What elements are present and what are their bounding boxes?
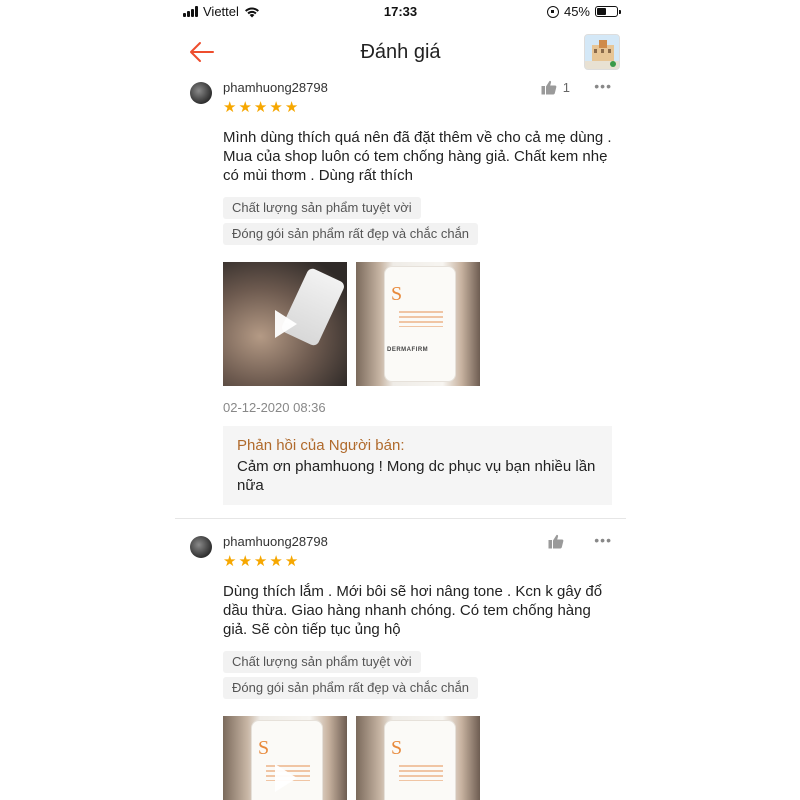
more-options-icon[interactable]: ••• (594, 78, 612, 94)
review-text: Mình dùng thích quá nên đã đặt thêm về c… (223, 129, 612, 184)
status-bar: Viettel 17:33 45% (175, 0, 626, 24)
battery-percent: 45% (563, 4, 590, 19)
play-icon (275, 764, 297, 792)
star-icon: ★ (238, 99, 252, 116)
nav-header: Đánh giá (175, 28, 626, 76)
battery-icon (595, 6, 621, 17)
star-icon: ★ (284, 99, 299, 116)
review-tag: Đóng gói sản phẩm rất đẹp và chắc chắn (223, 223, 479, 245)
rating-stars: ★ ★ ★ ★ ★ (223, 554, 298, 570)
review-username: phamhuong28798 (223, 534, 328, 549)
star-icon: ★ (253, 553, 268, 570)
battery-fill (597, 8, 606, 15)
like-count: 1 (562, 80, 570, 95)
avatar[interactable] (190, 82, 212, 104)
status-right: 45% (546, 4, 621, 19)
product-tube-image: S (384, 720, 456, 800)
page-title: Đánh giá (360, 41, 441, 63)
thumbs-up-icon (541, 80, 557, 95)
like-button[interactable]: 1 (541, 80, 570, 95)
star-icon: ★ (223, 553, 237, 570)
review-tag: Đóng gói sản phẩm rất đẹp và chắc chắn (223, 677, 479, 699)
product-thumbnail[interactable] (584, 34, 620, 70)
product-tube-image: S DERMAFIRM (384, 266, 456, 382)
building-image (585, 35, 619, 69)
review-card: phamhuong28798 ★ ★ ★ ★ ★ 1 ••• Mình dùng… (175, 78, 626, 518)
review-tag: Chất lượng sản phẩm tuyệt vời (223, 651, 421, 673)
review-video[interactable] (223, 262, 347, 386)
seller-reply: Phản hồi của Người bán: Cảm ơn phamhuong… (223, 426, 612, 505)
like-button[interactable] (548, 534, 570, 549)
play-icon (275, 310, 297, 338)
review-timestamp: 02-12-2020 08:36 (223, 400, 326, 415)
avatar[interactable] (190, 536, 212, 558)
review-tag: Chất lượng sản phẩm tuyệt vời (223, 197, 421, 219)
star-icon: ★ (253, 99, 268, 116)
star-icon: ★ (269, 99, 283, 116)
review-video[interactable]: S (223, 716, 347, 800)
rating-stars: ★ ★ ★ ★ ★ (223, 100, 298, 116)
star-icon: ★ (284, 553, 299, 570)
seller-reply-title: Phản hồi của Người bán: (237, 437, 405, 454)
review-text: Dùng thích lắm . Mới bôi sẽ hơi nâng ton… (223, 583, 603, 638)
review-divider (175, 518, 626, 519)
review-photo[interactable]: S DERMAFIRM (356, 262, 480, 386)
review-username: phamhuong28798 (223, 80, 328, 95)
star-icon: ★ (238, 553, 252, 570)
rotation-lock-icon (546, 5, 559, 18)
seller-reply-text: Cảm ơn phamhuong ! Mong dc phục vụ bạn n… (237, 458, 596, 494)
star-icon: ★ (223, 99, 237, 116)
review-photo[interactable]: S (356, 716, 480, 800)
thumbs-up-icon (548, 534, 564, 549)
more-options-icon[interactable]: ••• (594, 532, 612, 548)
star-icon: ★ (269, 553, 283, 570)
review-card: phamhuong28798 ★ ★ ★ ★ ★ ••• Dùng thích … (175, 532, 626, 800)
app-screen: Viettel 17:33 45% Đánh giá phamhuong2879… (175, 0, 626, 800)
